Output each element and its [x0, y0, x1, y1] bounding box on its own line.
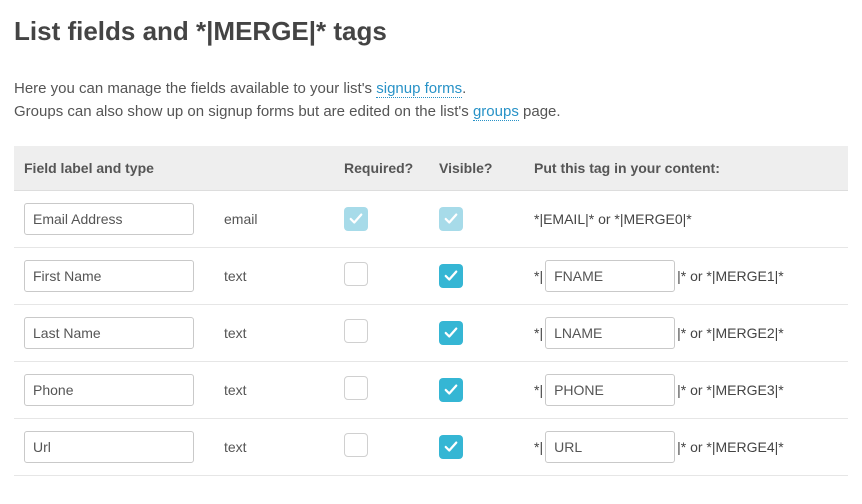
tag-prefix: *| [534, 439, 543, 455]
tag-prefix: *| [534, 268, 543, 284]
table-header-row: Field label and type Required? Visible? … [14, 146, 848, 191]
merge-tag-static: *|EMAIL|* or *|MERGE0|* [534, 211, 692, 227]
field-type: text [214, 304, 334, 361]
groups-link[interactable]: groups [473, 103, 519, 121]
th-label: Field label and type [14, 146, 334, 191]
field-type: text [214, 247, 334, 304]
th-tag: Put this tag in your content: [524, 146, 848, 191]
required-checkbox[interactable] [344, 433, 368, 457]
intro-line2-pre: Groups can also show up on signup forms … [14, 103, 473, 120]
tag-suffix: |* or *|MERGE4|* [677, 439, 784, 455]
table-row: text *| |* or *|MERGE1|* [14, 247, 848, 304]
field-label-input[interactable] [24, 203, 194, 235]
visible-checkbox[interactable] [439, 207, 463, 231]
tag-suffix: |* or *|MERGE3|* [677, 382, 784, 398]
page-title: List fields and *|MERGE|* tags [14, 16, 848, 47]
visible-checkbox[interactable] [439, 435, 463, 459]
tag-suffix: |* or *|MERGE2|* [677, 325, 784, 341]
intro-line2-post: page. [519, 103, 561, 120]
merge-tag-input[interactable] [545, 431, 675, 463]
merge-tag-input[interactable] [545, 374, 675, 406]
signup-forms-link[interactable]: signup forms [376, 80, 462, 98]
field-label-input[interactable] [24, 374, 194, 406]
merge-tag-input[interactable] [545, 317, 675, 349]
required-checkbox[interactable] [344, 207, 368, 231]
required-checkbox[interactable] [344, 376, 368, 400]
merge-tag-input[interactable] [545, 260, 675, 292]
field-type: text [214, 418, 334, 475]
fields-table: Field label and type Required? Visible? … [14, 146, 848, 476]
tag-suffix: |* or *|MERGE1|* [677, 268, 784, 284]
tag-prefix: *| [534, 325, 543, 341]
visible-checkbox[interactable] [439, 264, 463, 288]
required-checkbox[interactable] [344, 319, 368, 343]
field-label-input[interactable] [24, 431, 194, 463]
table-row: text *| |* or *|MERGE2|* [14, 304, 848, 361]
intro-line1-post: . [462, 80, 466, 97]
tag-prefix: *| [534, 382, 543, 398]
table-row: text *| |* or *|MERGE4|* [14, 418, 848, 475]
required-checkbox[interactable] [344, 262, 368, 286]
th-required: Required? [334, 146, 429, 191]
table-row: email *|EMAIL|* or *|MERGE0|* [14, 190, 848, 247]
th-visible: Visible? [429, 146, 524, 191]
intro-text: Here you can manage the fields available… [14, 77, 848, 124]
field-label-input[interactable] [24, 317, 194, 349]
table-row: text *| |* or *|MERGE3|* [14, 361, 848, 418]
field-type: email [214, 190, 334, 247]
visible-checkbox[interactable] [439, 378, 463, 402]
field-type: text [214, 361, 334, 418]
intro-line1-pre: Here you can manage the fields available… [14, 80, 376, 97]
visible-checkbox[interactable] [439, 321, 463, 345]
field-label-input[interactable] [24, 260, 194, 292]
